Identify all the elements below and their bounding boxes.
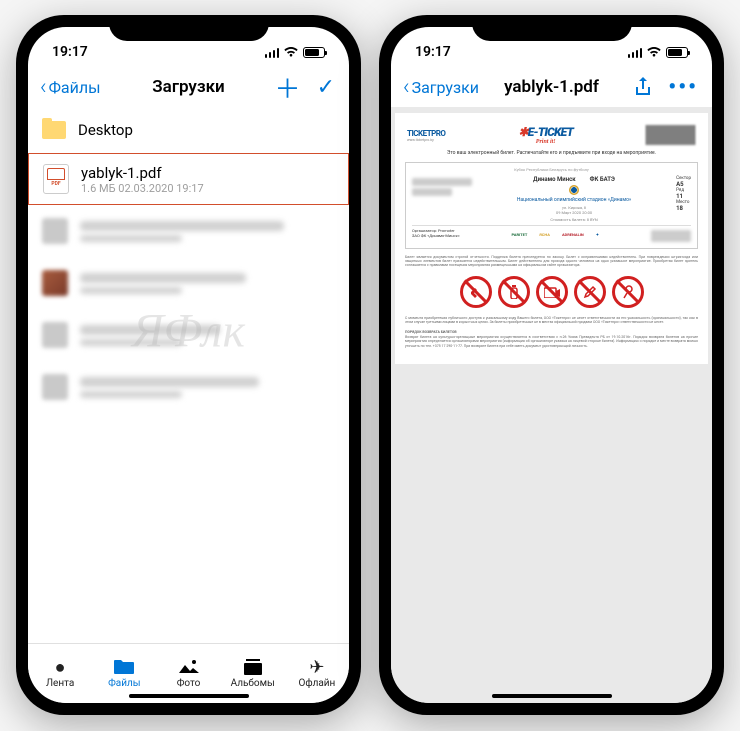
- thumb-icon: [42, 374, 68, 400]
- back-label: Загрузки: [412, 78, 479, 97]
- files-icon: [113, 658, 135, 676]
- offline-icon: ✈: [306, 658, 328, 676]
- signal-icon: [265, 47, 280, 58]
- folder-row[interactable]: Desktop: [28, 107, 349, 153]
- screen-left: 19:17 ‹ Файлы Загрузки ＋ ✓ Desktop: [28, 27, 349, 703]
- add-button[interactable]: ＋: [275, 69, 301, 106]
- battery-icon: [666, 47, 688, 58]
- share-button[interactable]: [634, 77, 652, 97]
- photo-icon: [178, 658, 200, 676]
- folder-name: Desktop: [78, 121, 133, 139]
- tab-label: Альбомы: [231, 678, 275, 689]
- nav-bar: ‹ Файлы Загрузки ＋ ✓: [28, 67, 349, 107]
- stadium: Национальный олимпийский стадион «Динамо…: [472, 197, 676, 203]
- row-value: 11: [676, 193, 683, 200]
- pdf-page: TICKETPRO www.ticketpro.by ✱E-TICKET Pri…: [395, 113, 708, 364]
- ticket-details: Кубок Республики Беларусь по футболу Дин…: [405, 162, 698, 249]
- wifi-icon: [646, 46, 662, 58]
- tab-label: Офлайн: [299, 678, 336, 689]
- thumb-icon: [42, 218, 68, 244]
- return-title: ПОРЯДОК ВОЗВРАТА БИЛЕТОВ: [405, 330, 698, 334]
- pdf-icon: PDF: [43, 164, 69, 194]
- print-it-label: Print it!: [518, 139, 573, 145]
- eticket-logo: E-TICKET: [528, 125, 573, 139]
- list-item[interactable]: [28, 309, 349, 361]
- partner-logos: PARITET ЯСНА ADRENALIN ✦: [509, 231, 603, 241]
- rules-block-2: С момента приобретения публичного доступ…: [405, 316, 698, 324]
- screen-right: 19:17 ‹ Загрузки yablyk-1.pdf •••: [391, 27, 712, 703]
- chevron-left-icon: ‹: [40, 75, 47, 100]
- list-item[interactable]: [28, 205, 349, 257]
- team-away: ФК БАТЭ: [590, 176, 615, 183]
- nav-bar: ‹ Загрузки yablyk-1.pdf •••: [391, 67, 712, 107]
- more-button[interactable]: •••: [668, 75, 698, 100]
- thumb-icon: [42, 322, 68, 348]
- albums-icon: [242, 658, 264, 676]
- pdf-viewer[interactable]: TICKETPRO www.ticketpro.by ✱E-TICKET Pri…: [391, 107, 712, 703]
- status-indicators: [265, 46, 326, 58]
- organizer2: ЗАО ФК «Динамо-Минск»: [412, 233, 460, 238]
- file-list[interactable]: Desktop PDF yablyk-1.pdf 1.6 МБ 02.03.20…: [28, 107, 349, 643]
- phone-right: 19:17 ‹ Загрузки yablyk-1.pdf •••: [379, 15, 724, 715]
- list-item[interactable]: [28, 361, 349, 413]
- back-label: Файлы: [49, 78, 101, 97]
- file-meta: 1.6 МБ 02.03.2020 19:17: [81, 182, 204, 195]
- page-title: Загрузки: [152, 77, 224, 97]
- rules-block-1: Билет является документом строгой отчетн…: [405, 255, 698, 268]
- status-time: 19:17: [52, 44, 88, 60]
- notch: [109, 15, 269, 41]
- battery-icon: [303, 47, 325, 58]
- club-badge-icon: [569, 185, 579, 195]
- wifi-icon: [283, 46, 299, 58]
- list-item[interactable]: [28, 257, 349, 309]
- team-home: Динамо Минск: [533, 176, 575, 183]
- file-name: yablyk-1.pdf: [81, 164, 204, 182]
- no-bottles-icon: [498, 276, 530, 308]
- no-drinks-icon: [612, 276, 644, 308]
- tab-feed[interactable]: ● Лента: [28, 644, 92, 703]
- price: Стоимость билета: 8 BYN: [472, 217, 676, 222]
- tab-label: Фото: [177, 678, 201, 689]
- nav-actions: ＋ ✓: [275, 69, 335, 106]
- ticket-intro: Это ваш электронный билет. Распечатайте …: [405, 150, 698, 156]
- nav-actions: •••: [634, 75, 698, 100]
- folder-icon: [42, 121, 66, 139]
- tab-offline[interactable]: ✈ Офлайн: [285, 644, 349, 703]
- tab-label: Лента: [46, 678, 74, 689]
- status-time: 19:17: [415, 44, 451, 60]
- chevron-left-icon: ‹: [403, 75, 410, 100]
- file-row-selected[interactable]: PDF yablyk-1.pdf 1.6 МБ 02.03.2020 19:17: [28, 153, 349, 205]
- page-title: yablyk-1.pdf: [504, 77, 599, 97]
- ticketpro-logo: TICKETPRO: [407, 129, 445, 138]
- status-indicators: [628, 46, 689, 58]
- back-button[interactable]: ‹ Загрузки: [403, 75, 479, 100]
- signal-icon: [628, 47, 643, 58]
- barcode: [646, 125, 696, 145]
- seat-value: 18: [676, 205, 683, 212]
- feed-icon: ●: [49, 658, 71, 676]
- prohibition-icons: [405, 276, 698, 308]
- phone-left: 19:17 ‹ Файлы Загрузки ＋ ✓ Desktop: [16, 15, 361, 715]
- home-indicator[interactable]: [129, 694, 249, 698]
- tab-label: Файлы: [108, 678, 140, 689]
- home-indicator[interactable]: [492, 694, 612, 698]
- back-button[interactable]: ‹ Файлы: [40, 75, 101, 100]
- thumb-icon: [42, 270, 68, 296]
- no-pyro-icon: [574, 276, 606, 308]
- event-date: 09 Март 2020 20:00: [472, 210, 676, 215]
- sector-value: A5: [676, 181, 683, 188]
- no-weapons-icon: [460, 276, 492, 308]
- no-camera-icon: [536, 276, 568, 308]
- rules-block-3: Возврат билета на культурно-зрелищные ме…: [405, 335, 698, 348]
- notch: [472, 15, 632, 41]
- checkmark-button[interactable]: ✓: [317, 75, 335, 100]
